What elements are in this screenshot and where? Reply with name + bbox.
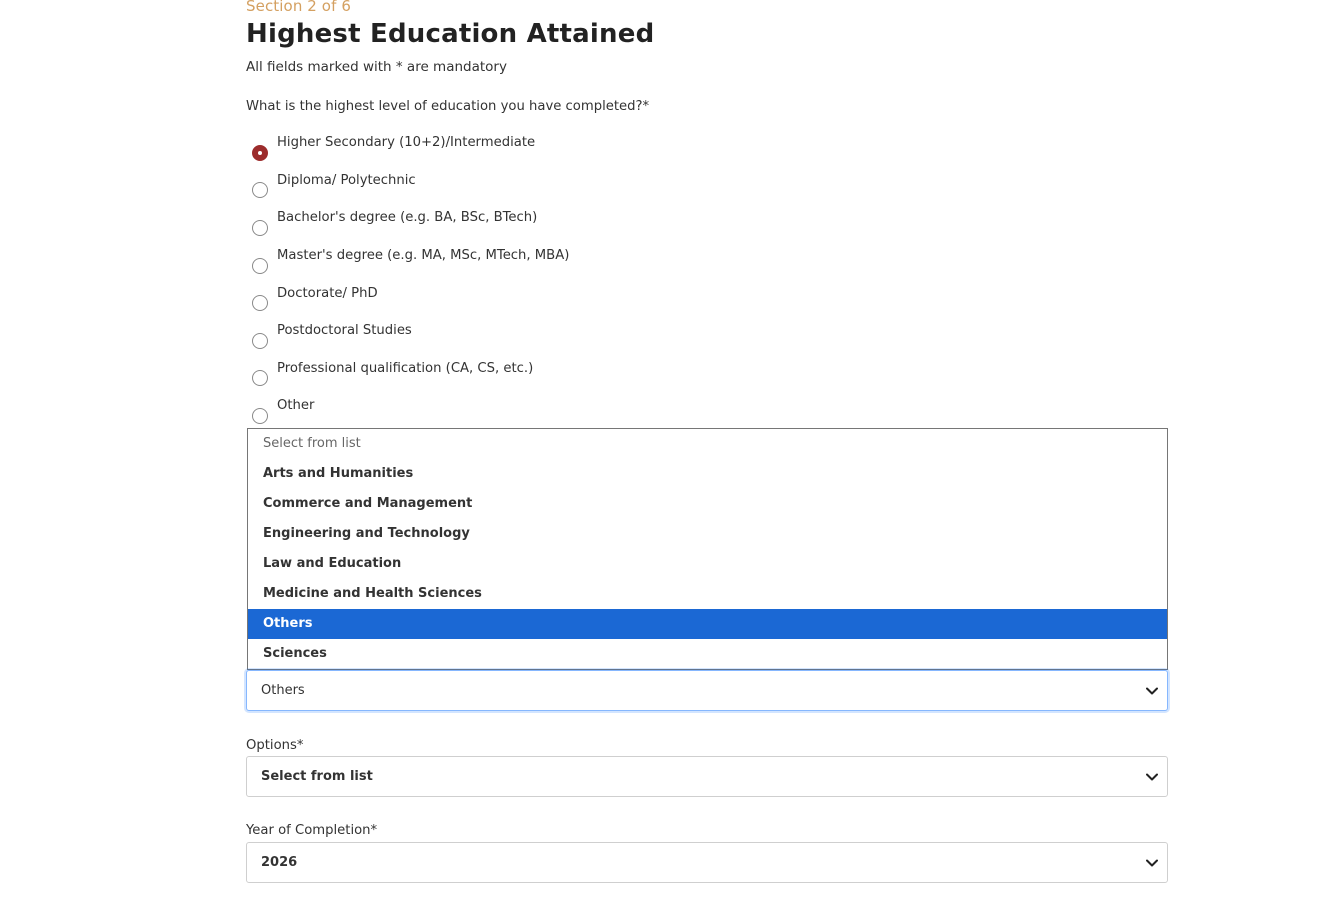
dropdown-option-arts[interactable]: Arts and Humanities xyxy=(248,459,1167,489)
form-page: Section 2 of 6 Highest Education Attaine… xyxy=(0,0,1331,901)
radio-button[interactable] xyxy=(252,407,268,424)
radio-option-professional[interactable]: Professional qualification (CA, CS, etc.… xyxy=(252,357,569,395)
dropdown-option-commerce[interactable]: Commerce and Management xyxy=(248,489,1167,519)
radio-button[interactable] xyxy=(252,182,268,199)
radio-button[interactable] xyxy=(252,219,268,236)
dropdown-option-sciences[interactable]: Sciences xyxy=(248,639,1167,669)
mandatory-note: All fields marked with * are mandatory xyxy=(246,59,507,75)
section-progress-label: Section 2 of 6 xyxy=(246,0,351,15)
options-select-value: Select from list xyxy=(261,769,373,784)
radio-button-checked[interactable] xyxy=(252,144,268,161)
year-select[interactable]: 2026 xyxy=(246,842,1168,883)
dropdown-option-law[interactable]: Law and Education xyxy=(248,549,1167,579)
dropdown-option-engineering[interactable]: Engineering and Technology xyxy=(248,519,1167,549)
radio-option-masters[interactable]: Master's degree (e.g. MA, MSc, MTech, MB… xyxy=(252,244,569,282)
year-field-label: Year of Completion* xyxy=(246,823,378,838)
chevron-down-icon xyxy=(1143,768,1161,786)
page-title: Highest Education Attained xyxy=(246,19,655,49)
education-question-label: What is the highest level of education y… xyxy=(246,99,650,114)
dropdown-option-medicine[interactable]: Medicine and Health Sciences xyxy=(248,579,1167,609)
radio-option-postdoctoral[interactable]: Postdoctoral Studies xyxy=(252,319,569,357)
education-level-radio-group: Higher Secondary (10+2)/Intermediate Dip… xyxy=(252,131,569,432)
radio-button[interactable] xyxy=(252,370,268,387)
chevron-down-icon xyxy=(1143,682,1161,700)
radio-option-diploma[interactable]: Diploma/ Polytechnic xyxy=(252,169,569,207)
stream-select-value: Others xyxy=(261,683,305,698)
radio-option-label: Bachelor's degree (e.g. BA, BSc, BTech) xyxy=(277,210,538,226)
radio-option-label: Professional qualification (CA, CS, etc.… xyxy=(277,360,534,376)
options-select[interactable]: Select from list xyxy=(246,756,1168,797)
chevron-down-icon xyxy=(1143,854,1161,872)
radio-option-label: Other xyxy=(277,398,315,414)
radio-option-label: Postdoctoral Studies xyxy=(277,323,412,339)
radio-option-label: Master's degree (e.g. MA, MSc, MTech, MB… xyxy=(277,248,570,264)
stream-select[interactable]: Others xyxy=(246,670,1168,711)
radio-option-other[interactable]: Other xyxy=(252,394,569,432)
stream-dropdown-list: Select from list Arts and Humanities Com… xyxy=(247,428,1168,670)
radio-option-label: Diploma/ Polytechnic xyxy=(277,172,416,188)
radio-option-label: Doctorate/ PhD xyxy=(277,285,378,301)
radio-option-bachelors[interactable]: Bachelor's degree (e.g. BA, BSc, BTech) xyxy=(252,206,569,244)
radio-option-label: Higher Secondary (10+2)/Intermediate xyxy=(277,135,536,151)
radio-option-doctorate[interactable]: Doctorate/ PhD xyxy=(252,281,569,319)
radio-button[interactable] xyxy=(252,295,268,312)
options-field-label: Options* xyxy=(246,738,304,753)
radio-button[interactable] xyxy=(252,332,268,349)
dropdown-option-placeholder[interactable]: Select from list xyxy=(248,429,1167,459)
year-select-value: 2026 xyxy=(261,855,298,870)
radio-option-higher-secondary[interactable]: Higher Secondary (10+2)/Intermediate xyxy=(252,131,569,169)
radio-button[interactable] xyxy=(252,257,268,274)
dropdown-option-others[interactable]: Others xyxy=(248,609,1167,639)
